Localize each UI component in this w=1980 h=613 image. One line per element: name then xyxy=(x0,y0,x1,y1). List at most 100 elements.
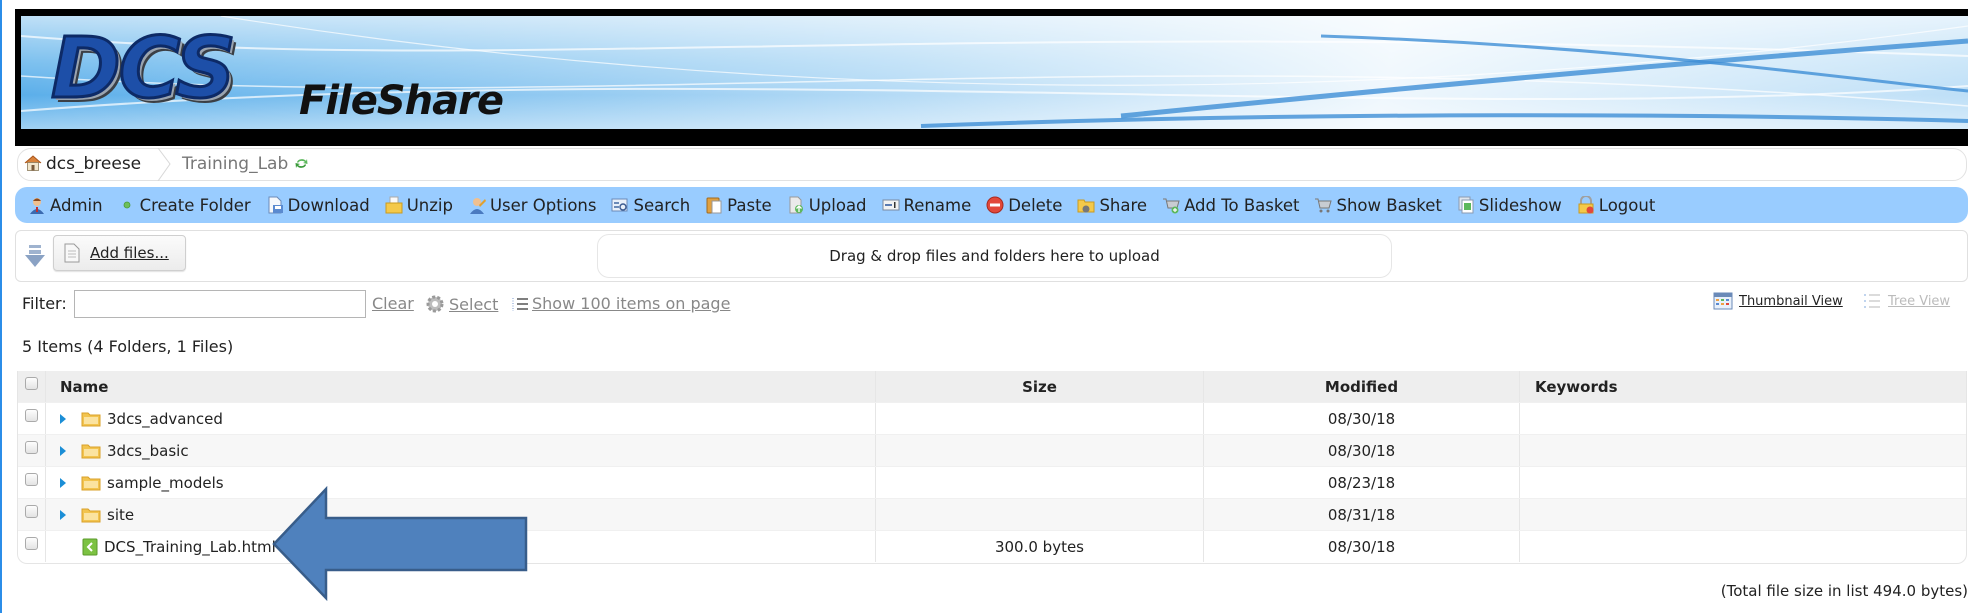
toolbar-show-basket-label: Show Basket xyxy=(1336,195,1442,215)
slideshow-icon xyxy=(1458,196,1474,214)
toolbar-unzip-label: Unzip xyxy=(406,195,453,215)
document-icon xyxy=(64,243,80,263)
toolbar-show-basket[interactable]: Show Basket xyxy=(1314,195,1442,215)
banner-background: DCS FileShare xyxy=(21,16,1968,129)
table-row[interactable]: sample_models 08/23/18 xyxy=(18,466,1966,498)
toolbar-user-options[interactable]: User Options xyxy=(468,196,596,215)
table-row[interactable]: DCS_Training_Lab.html 300.0 bytes 08/30/18 xyxy=(18,530,1966,562)
upload-area: Add files... Drag & drop files and folde… xyxy=(15,230,1968,282)
clear-filter-link[interactable]: Clear xyxy=(372,294,414,313)
filter-label: Filter: xyxy=(22,294,67,313)
toolbar-create-folder-label: Create Folder xyxy=(139,195,251,215)
keywords-cell xyxy=(1520,531,1966,562)
download-icon xyxy=(268,196,283,214)
expand-triangle-icon[interactable] xyxy=(59,509,67,521)
size-cell: 300.0 bytes xyxy=(876,531,1204,562)
column-header-size[interactable]: Size xyxy=(876,371,1204,402)
toolbar-share[interactable]: Share xyxy=(1077,196,1147,215)
toolbar-rename-label: Rename xyxy=(903,195,972,215)
breadcrumb-current[interactable]: Training_Lab xyxy=(182,154,309,174)
row-checkbox[interactable] xyxy=(25,537,38,550)
size-cell xyxy=(876,435,1204,466)
row-checkbox[interactable] xyxy=(25,473,38,486)
logo-dcs: DCS xyxy=(50,19,238,117)
toolbar: Admin Create Folder Download Unzip User … xyxy=(15,187,1968,223)
toolbar-admin[interactable]: Admin xyxy=(28,196,103,215)
toolbar-delete-label: Delete xyxy=(1008,195,1063,215)
gear-icon xyxy=(426,295,444,313)
add-files-button[interactable]: Add files... xyxy=(53,235,186,271)
basket-icon xyxy=(1315,198,1333,213)
toolbar-delete[interactable]: Delete xyxy=(986,196,1062,215)
row-checkbox[interactable] xyxy=(25,441,38,454)
select-link[interactable]: Select xyxy=(425,294,498,314)
name-cell: site xyxy=(46,499,876,530)
table-row[interactable]: 3dcs_advanced 08/30/18 xyxy=(18,402,1966,434)
refresh-icon[interactable] xyxy=(294,156,309,171)
toolbar-logout[interactable]: Logout xyxy=(1577,196,1655,215)
column-header-modified[interactable]: Modified xyxy=(1204,371,1520,402)
modified-cell: 08/30/18 xyxy=(1204,435,1520,466)
item-name-link[interactable]: sample_models xyxy=(107,474,224,492)
keywords-cell xyxy=(1520,499,1966,530)
folder-icon xyxy=(81,476,101,490)
toolbar-upload[interactable]: Upload xyxy=(787,196,867,215)
drag-drop-zone[interactable]: Drag & drop files and folders here to up… xyxy=(597,234,1392,278)
thumbnail-view-link[interactable]: Thumbnail View xyxy=(1713,292,1843,310)
toolbar-download[interactable]: Download xyxy=(266,196,370,215)
modified-cell: 08/30/18 xyxy=(1204,403,1520,434)
select-label: Select xyxy=(449,294,499,314)
toolbar-add-to-basket[interactable]: Add To Basket xyxy=(1162,196,1299,215)
item-name-link[interactable]: 3dcs_basic xyxy=(107,442,189,460)
delete-icon xyxy=(986,196,1004,214)
rename-icon xyxy=(882,199,900,211)
toolbar-create-folder[interactable]: Create Folder xyxy=(118,196,251,215)
name-cell: DCS_Training_Lab.html xyxy=(46,531,876,562)
show-items-link[interactable]: Show 100 items on page xyxy=(511,294,730,313)
folder-icon xyxy=(81,444,101,458)
tree-view-link[interactable]: Tree View xyxy=(1862,292,1950,310)
row-checkbox[interactable] xyxy=(25,505,38,518)
file-table: Name Size Modified Keywords 3dcs_advance… xyxy=(17,371,1967,564)
expand-triangle-icon[interactable] xyxy=(59,445,67,457)
row-checkbox[interactable] xyxy=(25,409,38,422)
expand-triangle-icon[interactable] xyxy=(59,477,67,489)
items-count: 5 Items (4 Folders, 1 Files) xyxy=(22,337,234,356)
toolbar-add-to-basket-label: Add To Basket xyxy=(1184,195,1300,215)
toolbar-search-label: Search xyxy=(633,195,691,215)
filter-input[interactable] xyxy=(74,290,366,318)
toolbar-paste[interactable]: Paste xyxy=(705,196,772,215)
item-name-link[interactable]: DCS_Training_Lab.html xyxy=(104,538,276,556)
name-cell: sample_models xyxy=(46,467,876,498)
share-icon xyxy=(1077,199,1095,213)
toolbar-search[interactable]: Search xyxy=(611,196,690,215)
html-file-icon xyxy=(82,538,98,555)
table-row[interactable]: site 08/31/18 xyxy=(18,498,1966,530)
search-icon xyxy=(611,198,628,212)
download-arrow-icon[interactable] xyxy=(24,244,46,268)
keywords-cell xyxy=(1520,435,1966,466)
create-folder-dot-icon xyxy=(123,201,130,209)
toolbar-unzip[interactable]: Unzip xyxy=(385,196,453,215)
item-name-link[interactable]: site xyxy=(107,506,134,524)
lock-icon xyxy=(1578,196,1594,214)
toolbar-rename[interactable]: Rename xyxy=(882,195,972,215)
thumbnail-grid-icon xyxy=(1713,292,1733,310)
column-header-name[interactable]: Name xyxy=(46,371,876,402)
add-to-basket-icon xyxy=(1163,198,1180,214)
column-header-keywords[interactable]: Keywords xyxy=(1520,371,1966,402)
select-all-checkbox[interactable] xyxy=(25,377,38,390)
breadcrumb-home[interactable]: dcs_breese xyxy=(24,154,141,174)
breadcrumb: dcs_breese Training_Lab xyxy=(17,148,1967,181)
admin-user-icon xyxy=(30,198,44,214)
table-row[interactable]: 3dcs_basic 08/30/18 xyxy=(18,434,1966,466)
keywords-cell xyxy=(1520,467,1966,498)
toolbar-admin-label: Admin xyxy=(50,195,103,215)
toolbar-slideshow[interactable]: Slideshow xyxy=(1457,196,1562,215)
item-name-link[interactable]: 3dcs_advanced xyxy=(107,410,223,428)
header-banner: DCS FileShare xyxy=(15,9,1968,146)
expand-triangle-icon[interactable] xyxy=(59,413,67,425)
modified-cell: 08/23/18 xyxy=(1204,467,1520,498)
show-items-label: Show 100 items on page xyxy=(532,294,731,313)
modified-cell: 08/30/18 xyxy=(1204,531,1520,562)
